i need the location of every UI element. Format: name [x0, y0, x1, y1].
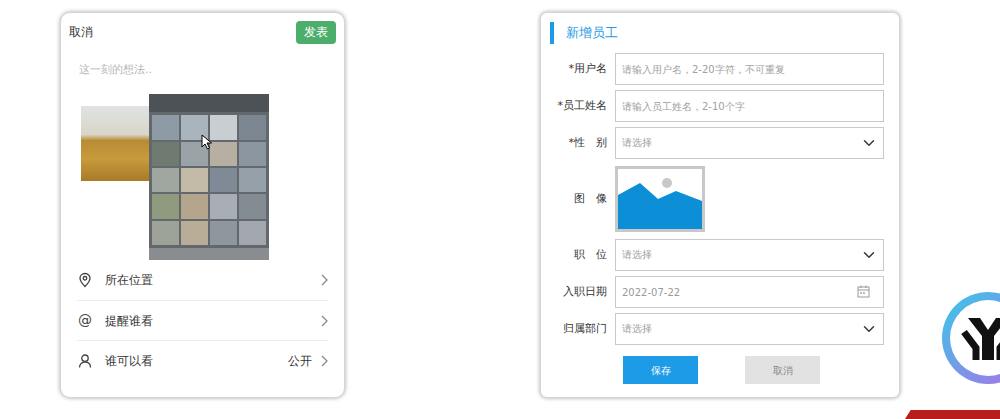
title-accent-bar	[550, 22, 554, 44]
calendar-icon	[857, 285, 870, 298]
person-icon	[77, 353, 93, 369]
image-placeholder-icon	[618, 169, 702, 229]
select-dropdown[interactable]: 请选择	[615, 313, 884, 345]
field-label-text: 入职日期	[563, 285, 607, 298]
gallery-photo[interactable]	[210, 221, 237, 245]
cancel-link[interactable]: 取消	[69, 23, 93, 41]
gallery-photo[interactable]	[181, 168, 208, 192]
option-value: 公开	[288, 352, 312, 370]
field-control	[615, 90, 884, 122]
gallery-photo[interactable]	[239, 142, 266, 166]
gallery-photo[interactable]	[210, 115, 237, 139]
gallery-photo[interactable]	[181, 194, 208, 218]
field-label: 归属部门	[541, 321, 615, 338]
cursor-icon	[201, 134, 213, 150]
gallery-photo[interactable]	[239, 221, 266, 245]
gallery-photo[interactable]	[152, 194, 179, 218]
moments-post-panel: 取消 发表这一刻的想法.. 所在位置 @ 提醒谁看谁可以看公开	[60, 12, 345, 398]
form-header: 新增员工	[541, 13, 899, 44]
gallery-photo[interactable]	[210, 194, 237, 218]
text-input[interactable]	[615, 53, 884, 85]
gallery-photo[interactable]	[239, 115, 266, 139]
corner-ribbon	[905, 410, 1000, 419]
gallery-photo[interactable]	[152, 142, 179, 166]
field-label: 职 位	[541, 247, 615, 264]
field-label-text: 归属部门	[563, 322, 607, 335]
form-row: *用户名	[541, 53, 899, 85]
location-icon	[77, 272, 93, 288]
chevron-icon	[320, 274, 328, 286]
form-title: 新增员工	[566, 23, 618, 43]
field-label: 入职日期	[541, 284, 615, 301]
post-text-input[interactable]: 这一刻的想法..	[61, 62, 344, 79]
gallery-photo[interactable]	[210, 168, 237, 192]
option-row[interactable]: 所在位置	[77, 260, 328, 300]
field-label-text: 用户名	[574, 62, 607, 75]
form-row: 入职日期	[541, 276, 899, 308]
select-dropdown[interactable]: 请选择	[615, 239, 884, 271]
form-buttons: 保存 取消	[541, 356, 899, 384]
picker-bottom-bar	[149, 248, 269, 260]
media-area	[61, 94, 344, 260]
option-label: 提醒谁看	[105, 312, 320, 330]
publish-button[interactable]: 发表	[296, 21, 336, 44]
date-input[interactable]	[615, 276, 884, 308]
image-upload[interactable]	[615, 166, 705, 232]
chevron-icon	[320, 355, 328, 367]
field-control: 请选择	[615, 313, 884, 345]
form-row: 图 像	[541, 164, 899, 234]
field-label-text: 员工姓名	[563, 99, 607, 112]
required-mark: *	[558, 99, 564, 112]
form-row: 归属部门请选择	[541, 313, 899, 345]
field-label: *用户名	[541, 61, 615, 78]
gallery-photo[interactable]	[181, 221, 208, 245]
form-row: 职 位请选择	[541, 239, 899, 271]
field-label: *员工姓名	[541, 98, 615, 115]
gallery-photo[interactable]	[152, 221, 179, 245]
gallery-photo[interactable]	[152, 115, 179, 139]
audience-icon	[77, 353, 93, 369]
post-options: 所在位置 @ 提醒谁看谁可以看公开	[77, 260, 328, 380]
gallery-photo[interactable]	[239, 194, 266, 218]
field-label: *性 别	[541, 135, 615, 152]
chevron-icon	[320, 315, 328, 327]
field-control	[615, 53, 884, 85]
option-row[interactable]: 谁可以看公开	[77, 340, 328, 380]
form-row: *员工姓名	[541, 90, 899, 122]
mention-icon: @	[77, 313, 93, 329]
picker-grid	[149, 112, 269, 248]
text-input[interactable]	[615, 90, 884, 122]
gallery-photo[interactable]	[239, 168, 266, 192]
form-row: *性 别请选择	[541, 127, 899, 159]
field-label-text: 性 别	[574, 136, 607, 149]
select-dropdown[interactable]: 请选择	[615, 127, 884, 159]
gallery-photo[interactable]	[181, 115, 208, 139]
new-employee-form: 新增员工*用户名*员工姓名*性 别请选择图 像职 位请选择入职日期归属部门请选择…	[540, 12, 900, 398]
option-label: 所在位置	[105, 271, 320, 289]
field-label: 图 像	[541, 191, 615, 208]
field-control	[615, 276, 884, 308]
field-control: 请选择	[615, 239, 884, 271]
location-pin-icon	[77, 272, 93, 288]
save-button[interactable]: 保存	[623, 356, 698, 384]
field-label-text: 图 像	[574, 192, 607, 205]
channel-logo-icon	[938, 288, 1000, 388]
field-control	[615, 164, 884, 234]
field-control: 请选择	[615, 127, 884, 159]
option-label: 谁可以看	[105, 352, 288, 370]
field-label-text: 职 位	[574, 248, 607, 261]
picker-title-bar	[149, 94, 269, 112]
gallery-photo[interactable]	[210, 142, 237, 166]
cancel-button: 取消	[745, 356, 820, 384]
photo-picker-screenshot	[149, 94, 269, 260]
option-row[interactable]: @ 提醒谁看	[77, 300, 328, 340]
form-body: *用户名*员工姓名*性 别请选择图 像职 位请选择入职日期归属部门请选择	[541, 53, 899, 350]
post-header: 取消 发表	[61, 13, 344, 44]
gallery-photo[interactable]	[152, 168, 179, 192]
required-mark: *	[569, 136, 575, 149]
required-mark: *	[569, 62, 575, 75]
photo-thumbnail[interactable]	[81, 106, 149, 181]
